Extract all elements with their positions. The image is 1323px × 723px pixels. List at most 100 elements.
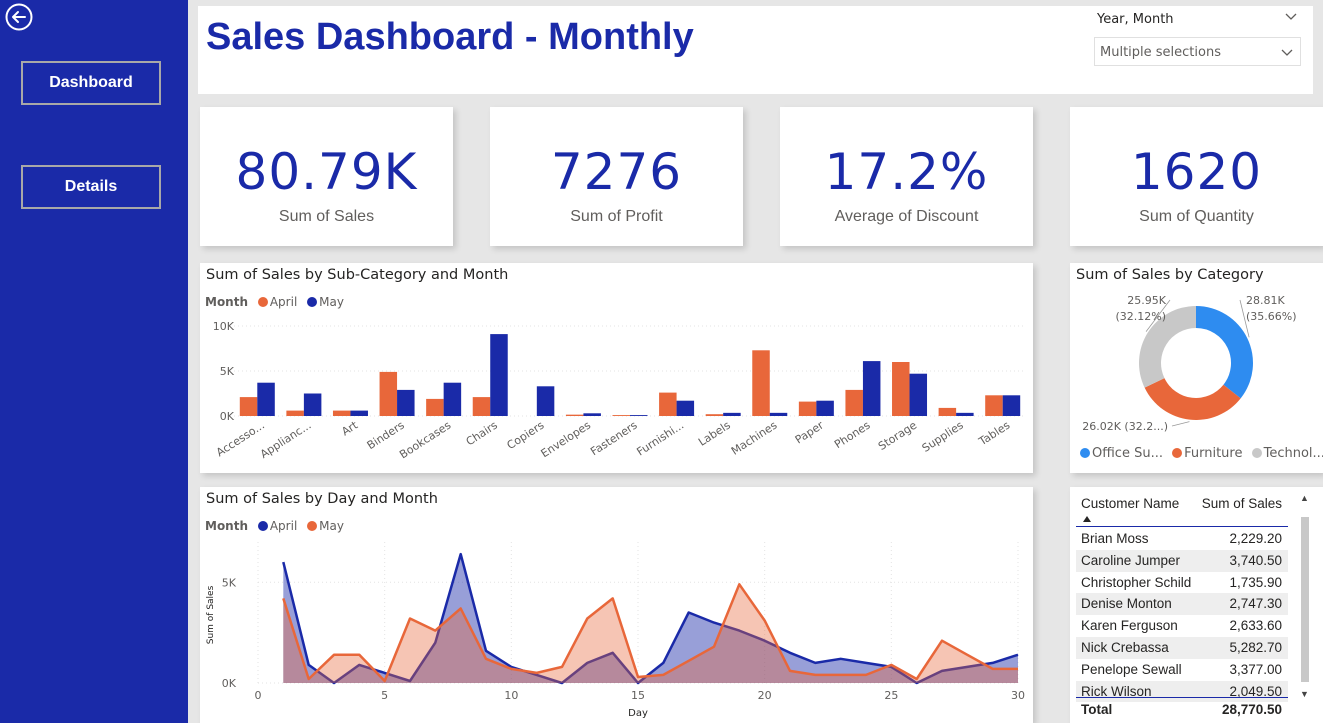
scroll-up-arrow-icon[interactable]: ▲ [1300,493,1309,503]
bar-april[interactable] [705,414,724,416]
bar-may[interactable] [862,361,881,416]
x-tick-label: Labels [696,418,733,448]
donut-chart-plot: 28.81K (35.66%) 26.02K (32.2...) 25.95K (32.… [1082,294,1297,433]
data-label: 25.95K [1127,294,1166,307]
sales-value-cell: 2,229.20 [1229,531,1282,546]
column-header-customer-name[interactable]: Customer Name [1081,496,1179,511]
bar-april[interactable] [565,414,584,416]
bar-may[interactable] [350,410,368,416]
bar-may[interactable] [723,412,741,416]
bar-may[interactable] [816,400,834,416]
bar-april[interactable] [426,398,444,416]
customer-name-cell: Karen Ferguson [1081,618,1178,634]
x-axis-title: Day [628,708,648,719]
bar-april[interactable] [892,362,910,416]
legend-marker-office [1080,448,1090,458]
bar-may[interactable] [676,400,695,416]
kpi-value: 80.79K [235,143,418,201]
bar-april[interactable] [239,397,258,416]
bar-april[interactable] [938,407,957,416]
sales-value-cell: 2,747.30 [1229,596,1282,612]
x-tick-label: 15 [631,689,645,702]
area-fill-may [283,584,1018,683]
bar-may[interactable] [956,412,974,416]
sales-value-cell: 5,282.70 [1229,640,1282,655]
y-tick-label: 5K [222,576,237,589]
details-nav-button[interactable]: Details [21,165,161,209]
x-tick-label: 0 [255,689,262,702]
bar-may[interactable] [769,412,788,416]
legend-item-furniture[interactable]: Furniture [1184,446,1242,461]
dashboard-nav-button[interactable]: Dashboard [21,61,161,105]
x-tick-label: Machines [729,418,780,457]
kpi-value: 7276 [550,143,683,201]
column-header-sum-of-sales[interactable]: Sum of Sales [1202,496,1282,511]
bar-april[interactable] [612,415,631,416]
bar-may[interactable] [397,389,415,416]
table-row[interactable]: Caroline Jumper 3,740.50 [1076,549,1288,572]
bar-may[interactable] [490,334,508,416]
legend-item-technology[interactable]: Technol... [1264,446,1323,461]
table-scrollbar[interactable]: ▲ ▼ [1297,487,1313,723]
bar-may[interactable] [443,382,462,416]
y-tick-label: 0K [220,410,235,423]
sales-value-cell: 1,735.90 [1229,574,1282,590]
legend-item-office[interactable]: Office Su... [1092,446,1163,461]
bar-may[interactable] [303,393,322,417]
year-month-slicer-dropdown[interactable]: Multiple selections [1094,37,1301,66]
bar-april[interactable] [659,392,677,416]
x-tick-label: Phones [832,418,873,451]
x-tick-label: Tables [976,418,1013,448]
table-row[interactable]: Brian Moss 2,229.20 [1076,528,1288,550]
bar-may[interactable] [583,413,601,416]
slicer-collapse-chevron-icon[interactable] [1284,10,1298,24]
data-label: (32.12%) [1115,310,1166,323]
table-row[interactable]: Karen Ferguson 2,633.60 [1076,615,1288,637]
x-tick-label: Bookcases [397,418,453,461]
bar-april[interactable] [752,350,770,416]
bar-may[interactable] [1002,395,1021,416]
area-chart-plot: 0K 5K 0 5 10 15 20 25 30 Day Sum of Sales [206,542,1025,719]
y-axis-title: Sum of Sales [206,585,216,644]
table-row[interactable]: Penelope Sewall 3,377.00 [1076,659,1288,681]
kpi-card-discount: 17.2% Average of Discount [780,107,1033,246]
kpi-value: 1620 [1130,143,1263,201]
bar-may[interactable] [909,373,928,416]
bar-april[interactable] [798,401,817,416]
bar-may[interactable] [536,386,555,416]
data-label: 26.02K (32.2...) [1082,420,1168,433]
bar-april[interactable] [379,371,398,416]
x-tick-label: Supplies [920,418,966,454]
bar-april[interactable] [472,397,491,416]
donut-chart-legend: Office Su... Furniture Technol... [1080,446,1323,461]
x-tick-label: Envelopes [539,418,594,460]
bar-may[interactable] [630,415,648,416]
kpi-card-quantity: 1620 Sum of Quantity [1070,107,1323,246]
legend-marker-furniture [1172,448,1183,458]
bar-april[interactable] [985,395,1003,416]
x-tick-label: Furnishi... [634,419,686,459]
scroll-down-arrow-icon[interactable]: ▼ [1300,689,1309,699]
bar-may[interactable] [257,382,275,416]
bar-april[interactable] [286,410,304,416]
leader-line [1171,421,1190,427]
table-row[interactable]: Nick Crebassa 5,282.70 [1076,637,1288,659]
table-row[interactable]: Christopher Schild 1,735.90 [1076,572,1288,594]
header: Sales Dashboard - Monthly Year, Month Mu… [198,6,1313,94]
y-tick-label: 0K [222,677,237,690]
customer-name-cell: Caroline Jumper [1081,552,1181,568]
scroll-thumb[interactable] [1301,517,1309,682]
x-tick-label: 20 [758,689,772,702]
sales-value-cell: 3,740.50 [1229,552,1282,568]
sales-value-cell: 3,377.00 [1229,661,1282,677]
table-total-row: Total 28,770.50 [1076,697,1288,723]
data-label: 28.81K [1246,294,1285,307]
bar-april[interactable] [845,389,863,416]
page-title: Sales Dashboard - Monthly [206,16,694,58]
sort-ascending-icon [1083,516,1091,522]
y-tick-label: 10K [213,320,235,333]
data-label: (35.66%) [1246,310,1297,323]
back-arrow-icon[interactable] [4,2,34,32]
table-row[interactable]: Denise Monton 2,747.30 [1076,593,1288,616]
bar-april[interactable] [332,410,351,416]
